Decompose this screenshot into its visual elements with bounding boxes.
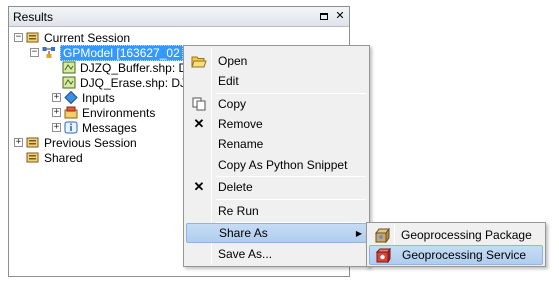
results-titlebar: Results ✕: [9, 7, 349, 27]
results-title: Results: [13, 9, 54, 24]
copy-icon: [186, 97, 212, 111]
collapse-icon[interactable]: −: [30, 48, 39, 57]
menu-item-remove[interactable]: ✕ Remove: [186, 114, 367, 134]
service-icon: [370, 247, 396, 263]
info-icon: [64, 121, 78, 134]
menu-item-rerun[interactable]: Re Run: [186, 201, 367, 221]
menu-item-delete[interactable]: ✕ Delete: [186, 177, 367, 197]
tree-item-current-session[interactable]: − Current Session: [14, 30, 130, 45]
session-icon: [26, 32, 39, 43]
tree-item-buffer[interactable]: DJZQ_Buffer.shp: D: [62, 60, 187, 75]
tree-item-environments[interactable]: + Environments: [52, 105, 155, 120]
inputs-diamond-icon: [64, 91, 78, 104]
menu-item-copy-python[interactable]: Copy As Python Snippet: [186, 155, 367, 175]
tree-item-label: Shared: [44, 150, 83, 165]
shapefile-icon: [62, 61, 76, 74]
menu-item-share-as[interactable]: Share As ▶: [186, 223, 367, 243]
expand-icon[interactable]: +: [52, 93, 61, 102]
share-as-submenu: Geoprocessing Package Geoprocessing Serv…: [366, 222, 546, 267]
menu-separator: [216, 199, 366, 200]
model-icon: [42, 47, 55, 58]
shapefile-icon: [62, 76, 76, 89]
tree-item-gpmodel[interactable]: − GPModel [163627_02: [30, 44, 183, 61]
tree-item-label: DJZQ_Buffer.shp: D: [80, 60, 188, 75]
menu-item-open[interactable]: Open: [186, 51, 367, 71]
expand-icon[interactable]: +: [52, 108, 61, 117]
submenu-arrow-icon: ▶: [355, 228, 363, 238]
environments-icon: [64, 106, 78, 119]
menu-item-geoprocessing-package[interactable]: Geoprocessing Package: [369, 225, 543, 245]
tree-item-label: Messages: [82, 120, 137, 135]
close-icon[interactable]: ✕: [333, 10, 347, 24]
tree-item-shared[interactable]: Shared: [26, 150, 83, 165]
tree-item-label: Previous Session: [44, 135, 137, 150]
context-menu: Open Edit Copy ✕ Remove Rename Copy As P…: [183, 45, 370, 267]
remove-x-icon: ✕: [193, 116, 205, 131]
menu-item-save-as[interactable]: Save As...: [186, 244, 367, 264]
menu-item-geoprocessing-service[interactable]: Geoprocessing Service: [369, 245, 543, 265]
tree-item-label: DJQ_Erase.shp: DJQ: [80, 75, 196, 90]
tree-item-inputs[interactable]: + Inputs: [52, 90, 115, 105]
tree-item-label: Inputs: [82, 90, 115, 105]
delete-x-icon: ✕: [193, 179, 205, 194]
expand-icon[interactable]: +: [52, 123, 61, 132]
menu-item-rename[interactable]: Rename: [186, 134, 367, 154]
session-icon: [26, 137, 39, 148]
collapse-icon[interactable]: −: [14, 33, 23, 42]
menu-item-edit[interactable]: Edit: [186, 71, 367, 91]
tree-item-messages[interactable]: + Messages: [52, 120, 137, 135]
tree-item-label: Current Session: [44, 30, 131, 45]
tree-item-label: Environments: [82, 105, 156, 120]
expand-icon[interactable]: +: [14, 138, 23, 147]
menu-item-copy[interactable]: Copy: [186, 94, 367, 114]
tree-item-erase[interactable]: DJQ_Erase.shp: DJQ: [62, 75, 195, 90]
maximize-icon[interactable]: [317, 10, 331, 24]
session-icon: [26, 152, 39, 163]
tree-item-label: GPModel [163627_02: [60, 44, 183, 61]
tree-item-previous-session[interactable]: + Previous Session: [14, 135, 137, 150]
folder-open-icon: [186, 55, 212, 68]
package-icon: [369, 227, 395, 243]
